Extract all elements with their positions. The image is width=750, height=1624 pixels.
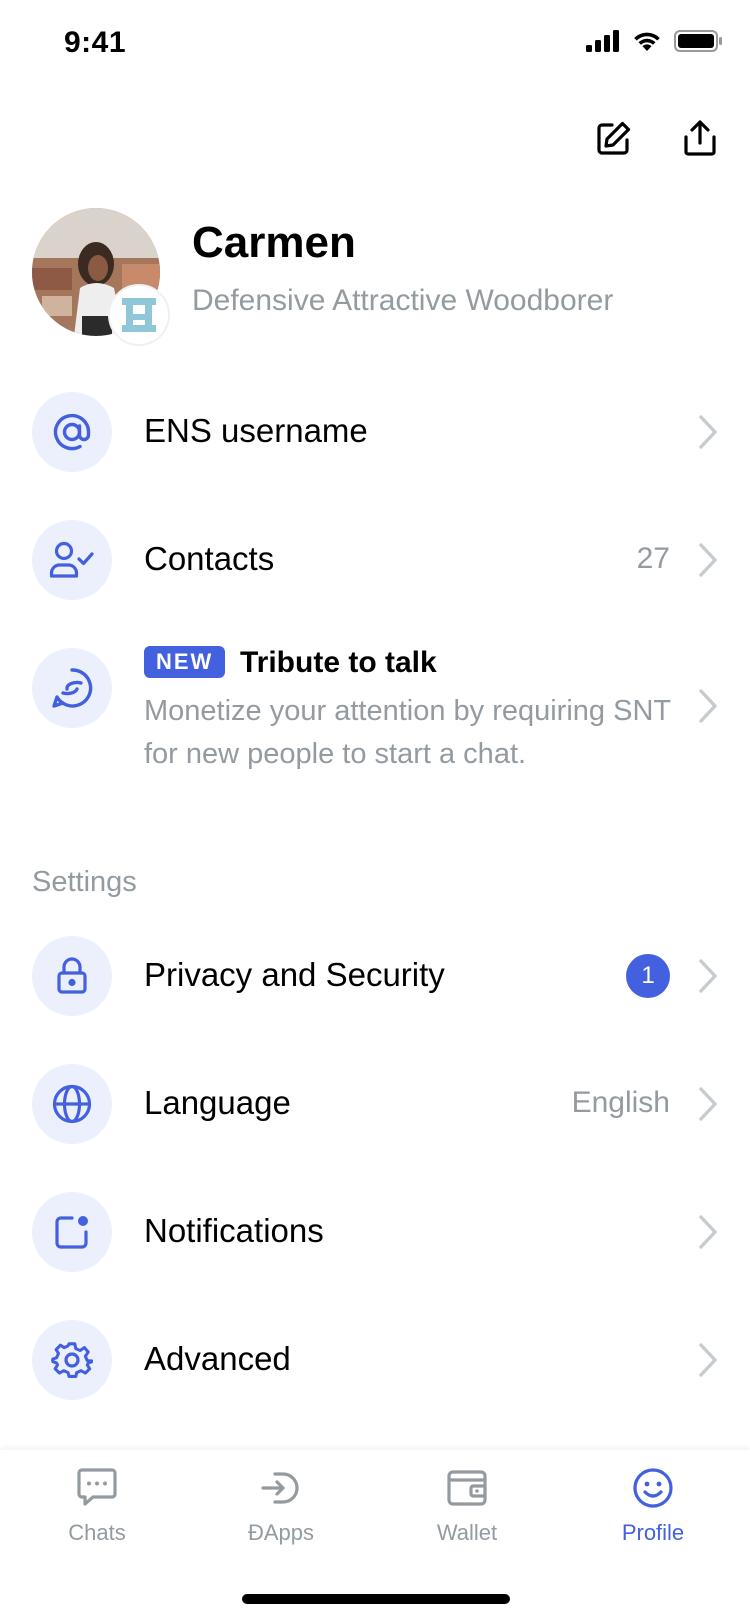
smile-icon	[633, 1468, 673, 1508]
language-value: English	[571, 1086, 670, 1119]
globe-icon	[52, 1084, 92, 1124]
notification-icon	[55, 1216, 88, 1249]
tribute-to-talk-row[interactable]: NEW Tribute to talk Monetize your attent…	[0, 630, 750, 780]
tribute-title: Tribute to talk	[240, 646, 437, 679]
at-icon	[53, 413, 91, 451]
notifications-label: Notifications	[144, 1212, 324, 1249]
contacts-count: 27	[636, 542, 670, 575]
tribute-icon	[52, 668, 93, 708]
battery-icon	[674, 30, 722, 52]
profile-name: Carmen	[192, 218, 356, 267]
chevron-right-icon	[699, 689, 717, 723]
tab-profile-label: Profile	[621, 1520, 685, 1545]
signal-icon	[586, 30, 619, 52]
advanced-label: Advanced	[144, 1340, 291, 1377]
chevron-right-icon	[699, 1343, 717, 1377]
profile-three-word-name: Defensive Attractive Woodborer	[192, 284, 614, 317]
profile-header: Carmen Defensive Attractive Woodborer	[32, 208, 722, 348]
notifications-icon-circle	[32, 1192, 112, 1272]
status-icons	[586, 30, 722, 52]
contacts-row[interactable]: Contacts 27	[0, 496, 750, 624]
language-row[interactable]: Language English	[0, 1040, 750, 1168]
tab-wallet[interactable]: Wallet	[392, 1466, 542, 1566]
identicon-badge	[108, 284, 170, 346]
ens-icon-circle	[32, 392, 112, 472]
edit-profile-button[interactable]	[594, 118, 634, 158]
status-bar: 9:41	[0, 0, 750, 92]
chevron-right-icon	[699, 415, 717, 449]
chat-icon	[77, 1468, 117, 1506]
tab-profile[interactable]: Profile	[578, 1466, 728, 1566]
wallet-icon	[447, 1470, 487, 1506]
chevron-right-icon	[699, 959, 717, 993]
wifi-icon	[634, 32, 660, 51]
tab-chats[interactable]: Chats	[22, 1466, 172, 1566]
contacts-icon-circle	[32, 520, 112, 600]
advanced-icon-circle	[32, 1320, 112, 1400]
lock-icon	[57, 957, 87, 994]
status-time: 9:41	[64, 26, 127, 59]
new-tag: NEW	[144, 646, 226, 678]
chevron-right-icon	[699, 1215, 717, 1249]
edit-icon	[597, 121, 631, 155]
privacy-icon-circle	[32, 936, 112, 1016]
privacy-security-label: Privacy and Security	[144, 956, 445, 993]
privacy-notification-badge: 1	[626, 954, 670, 998]
tribute-icon-circle	[32, 648, 112, 728]
identicon-icon	[122, 298, 156, 332]
tribute-description: Monetize your attention by requiring SNT…	[144, 695, 671, 770]
ens-username-label: ENS username	[144, 412, 368, 449]
language-label: Language	[144, 1084, 291, 1121]
chevron-right-icon	[699, 543, 717, 577]
home-indicator	[242, 1594, 510, 1604]
gear-icon	[51, 1342, 93, 1378]
ens-username-row[interactable]: ENS username	[0, 368, 750, 496]
dapps-icon	[261, 1472, 299, 1504]
top-actions	[594, 118, 720, 158]
chevron-right-icon	[699, 1087, 717, 1121]
language-icon-circle	[32, 1064, 112, 1144]
tab-dapps-label: ÐApps	[247, 1520, 315, 1545]
privacy-security-row[interactable]: Privacy and Security 1	[0, 912, 750, 1040]
tab-wallet-label: Wallet	[436, 1520, 498, 1545]
user-check-icon	[49, 541, 94, 578]
contacts-label: Contacts	[144, 540, 275, 577]
share-icon	[684, 120, 716, 156]
notifications-row[interactable]: Notifications	[0, 1168, 750, 1296]
tab-dapps[interactable]: ÐApps	[206, 1466, 356, 1566]
tab-chats-label: Chats	[68, 1520, 126, 1545]
share-button[interactable]	[680, 118, 720, 158]
advanced-row[interactable]: Advanced	[0, 1296, 750, 1424]
settings-section-title: Settings	[32, 866, 137, 898]
